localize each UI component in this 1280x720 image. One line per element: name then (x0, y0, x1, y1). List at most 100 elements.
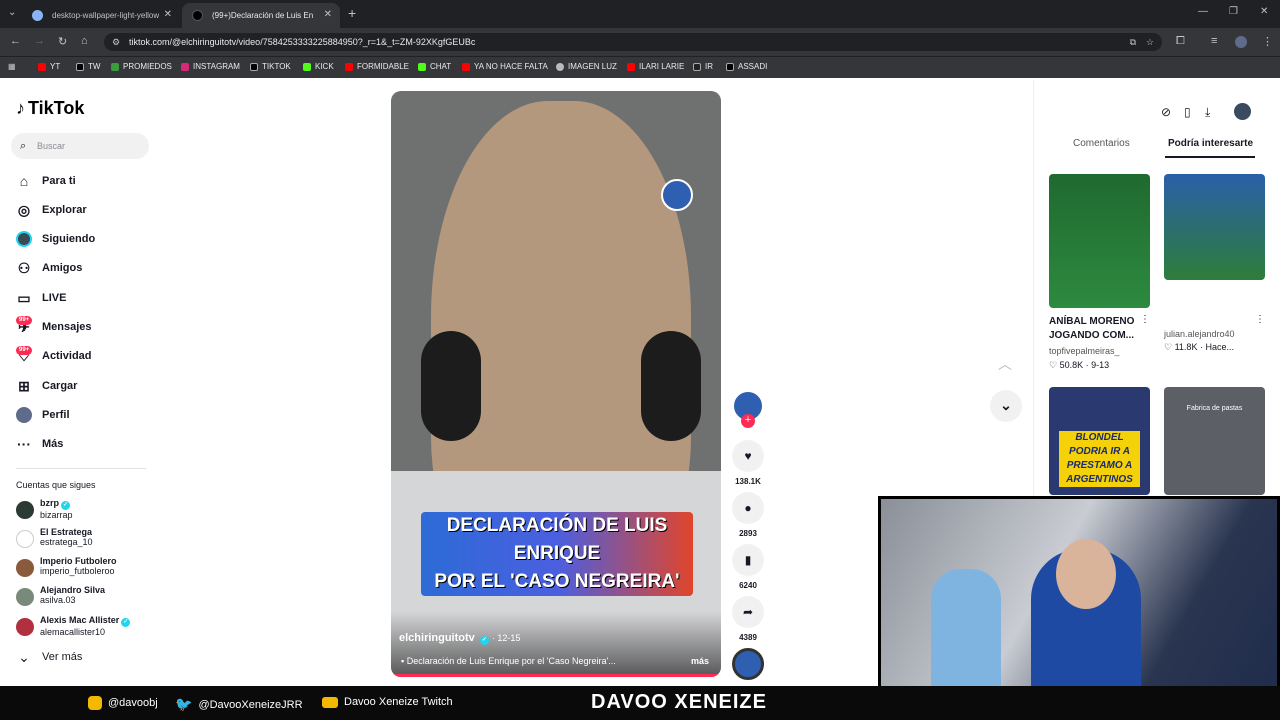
address-bar[interactable]: ⚙ tiktok.com/@elchiringuitotv/video/7584… (104, 33, 1162, 51)
menu-icon[interactable]: ⋮ (1262, 35, 1273, 48)
thumbnail-date: 9-13 (1091, 360, 1110, 370)
bookmark-tiktok[interactable]: TIKTOK (250, 62, 291, 71)
bookmark-kick[interactable]: KICK (303, 62, 334, 71)
browser-tab-1[interactable]: desktop-wallpaper-light-yellow ✕ (22, 3, 180, 28)
bookmark-ilari-larie[interactable]: ILARI LARIE (627, 62, 684, 71)
bookmark-label: CHAT (430, 62, 452, 71)
tiktok-logo[interactable]: ♪ TikTok (16, 98, 84, 119)
download-icon[interactable]: ⤓ (1205, 105, 1210, 120)
bookmark-yt[interactable]: YT (38, 62, 60, 71)
bookmark-ir[interactable]: IR (693, 62, 713, 71)
video-thumbnail[interactable]: Fabrica de pastas (1164, 387, 1265, 495)
thumbnail-overlay-text: BLONDEL PODRIA IR A PRESTAMO A ARGENTINO… (1059, 431, 1140, 487)
divider (16, 468, 146, 469)
video-thumbnail[interactable] (1164, 174, 1265, 280)
following-account[interactable]: Imperio Futbolero imperio_futboleroo (16, 556, 117, 577)
tiktok-icon (192, 10, 203, 21)
chevron-up-icon[interactable]: ︿ (998, 354, 1012, 374)
bookmark-chat[interactable]: CHAT (418, 62, 451, 71)
nav-siguiendo[interactable]: Siguiendo (16, 229, 95, 249)
more-button[interactable]: más (691, 656, 709, 666)
twitter-text: @DavooXeneizeJRR (198, 698, 303, 711)
nav-cargar[interactable]: ⊞ Cargar (16, 376, 77, 396)
nav-explorar[interactable]: ◎ Explorar (16, 200, 87, 220)
nav-mas[interactable]: ··· Más (16, 434, 63, 454)
back-icon[interactable]: ← (10, 35, 21, 47)
bookmark-assadi[interactable]: ASSADI (726, 62, 767, 71)
close-icon[interactable]: ✕ (324, 9, 332, 20)
caption-line: ANÍBAL MORENO (1049, 316, 1135, 327)
bookmark-instagram[interactable]: INSTAGRAM (181, 62, 240, 71)
nav-amigos[interactable]: ⚇ Amigos (16, 258, 83, 278)
tab-podria-interesarte[interactable]: Podría interesarte (1168, 138, 1253, 149)
author-avatar-button[interactable]: + (732, 390, 764, 428)
bookmark-imagen-luz[interactable]: IMAGEN LUZ (556, 62, 617, 71)
close-icon[interactable]: ✕ (164, 9, 172, 20)
reload-icon[interactable]: ↻ (58, 35, 67, 48)
site-info-icon[interactable]: ⚙ (112, 33, 120, 51)
search-input[interactable]: ⌕ Buscar (11, 133, 149, 159)
nav-label: Actividad (42, 350, 92, 362)
bookmark-promiedos[interactable]: PROMIEDOS (111, 62, 172, 71)
tab-comentarios[interactable]: Comentarios (1073, 138, 1130, 149)
thumbnail-overlay-text: Fabrica de pastas (1186, 405, 1243, 412)
video-progress-bar[interactable] (391, 674, 721, 677)
video-thumbnail[interactable] (1049, 174, 1150, 308)
bookmark-ya-no-hace-falta[interactable]: YA NO HACE FALTA (462, 62, 548, 71)
avatar[interactable] (1234, 103, 1251, 120)
follow-plus-icon[interactable]: + (741, 414, 755, 428)
bookmark-label: TW (88, 62, 101, 71)
music-disc-button[interactable] (732, 648, 764, 680)
thumbnail-user[interactable]: julian.alejandro40 (1164, 329, 1235, 339)
new-tab-icon[interactable]: + (348, 5, 356, 21)
nav-live[interactable]: ▭ LIVE (16, 288, 66, 308)
headphones-shape (421, 331, 481, 441)
account-name: bzrp (40, 498, 59, 508)
see-more-button[interactable]: ⌄ Ver más (16, 647, 82, 667)
more-options-icon[interactable]: ⋮ (1140, 314, 1150, 325)
comment-button[interactable]: ● 2893 (732, 492, 764, 538)
chevron-down-icon[interactable]: ⌄ (990, 390, 1022, 422)
streamer-face (1056, 539, 1116, 609)
music-disc-icon (732, 648, 764, 680)
home-browser-icon[interactable]: ⌂ (81, 35, 88, 47)
profile-avatar-icon[interactable] (1235, 36, 1247, 48)
extensions-icon[interactable]: ⧠ (1176, 35, 1185, 48)
compass-icon[interactable]: ⊘ (1161, 105, 1171, 119)
forward-icon[interactable]: → (34, 35, 45, 47)
activity-badge: 99+ (16, 346, 33, 355)
tab-search-icon[interactable]: ⌄ (8, 7, 16, 18)
bookmark-star-icon[interactable]: ☆ (1146, 33, 1154, 51)
bookmark-tw[interactable]: TW (76, 62, 100, 71)
nav-para-ti[interactable]: ⌂ Para ti (16, 171, 76, 191)
share-button[interactable]: ➦ 4389 (732, 596, 764, 642)
video-author[interactable]: elchiringuitotv ✓ · 12-15 (399, 632, 520, 645)
more-options-icon[interactable]: ⋮ (1255, 314, 1265, 325)
reading-list-icon[interactable]: ≡ (1211, 35, 1217, 47)
nav-perfil[interactable]: Perfil (16, 405, 70, 425)
shares-count: 4389 (739, 633, 757, 642)
following-account[interactable]: El Estratega estratega_10 (16, 527, 93, 548)
thumbnail-stats: ♡ 11.8K · Hace... (1164, 342, 1234, 352)
minimize-icon[interactable]: — (1198, 6, 1208, 17)
twitch-handle: Davoo Xeneize Twitch (322, 696, 453, 708)
verified-icon: ✓ (121, 618, 131, 627)
following-account[interactable]: Alejandro Silva asilva.03 (16, 585, 105, 606)
video-thumbnail[interactable]: BLONDEL PODRIA IR A PRESTAMO A ARGENTINO… (1049, 387, 1150, 495)
verified-icon: ✓ (479, 636, 489, 645)
following-account[interactable]: Alexis Mac Allister ✓ alemacallister10 (16, 615, 131, 637)
thumbnail-user[interactable]: topfivepalmeiras_ (1049, 346, 1120, 356)
install-icon[interactable]: ⧉ (1130, 33, 1136, 51)
save-button[interactable]: ▮ 6240 (732, 544, 764, 590)
bookmark-formidable[interactable]: FORMIDABLE (345, 62, 409, 71)
browser-tab-bar: ⌄ desktop-wallpaper-light-yellow ✕ (99+)… (0, 0, 1280, 28)
like-button[interactable]: ♥ 138.1K (732, 440, 764, 486)
avatar (16, 618, 34, 636)
apps-icon[interactable]: ▦ (8, 62, 16, 71)
restore-icon[interactable]: ❐ (1229, 6, 1238, 17)
window-close-icon[interactable]: ✕ (1260, 6, 1268, 17)
phone-icon[interactable]: ▯ (1184, 105, 1191, 119)
browser-tab-2[interactable]: (99+)Declaración de Luis En ✕ (182, 3, 340, 28)
account-user: estratega_10 (40, 537, 93, 547)
following-account[interactable]: bzrp ✓ bizarrap (16, 498, 73, 520)
